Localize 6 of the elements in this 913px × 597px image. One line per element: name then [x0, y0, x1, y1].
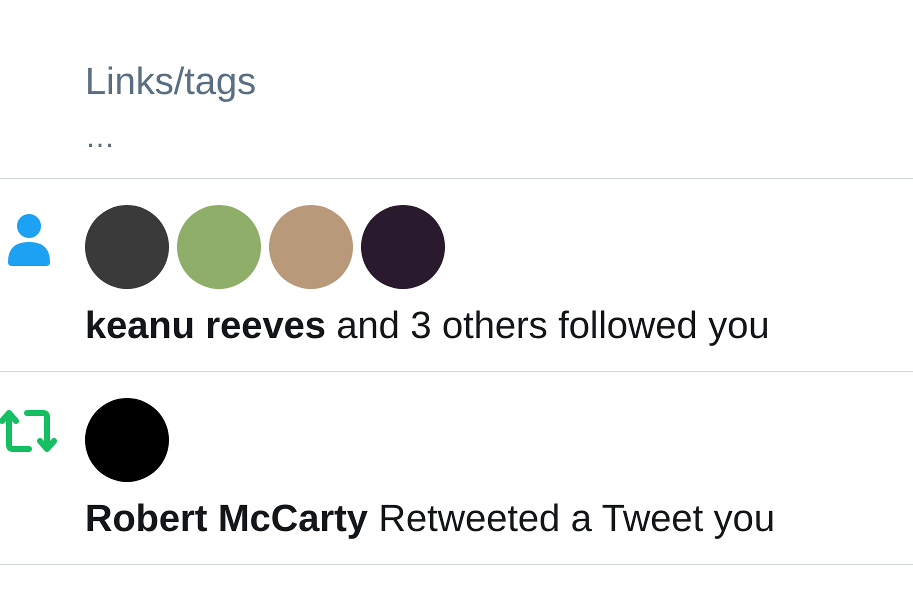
notification-text: keanu reeves and 3 others followed you: [85, 304, 770, 349]
ellipsis-text: …: [85, 120, 116, 156]
retweet-icon: [0, 407, 56, 455]
notification-text: Robert McCarty Retweeted a Tweet you: [85, 497, 776, 542]
tweet-text: Links/tags: [85, 60, 258, 105]
person-icon: [8, 212, 50, 266]
